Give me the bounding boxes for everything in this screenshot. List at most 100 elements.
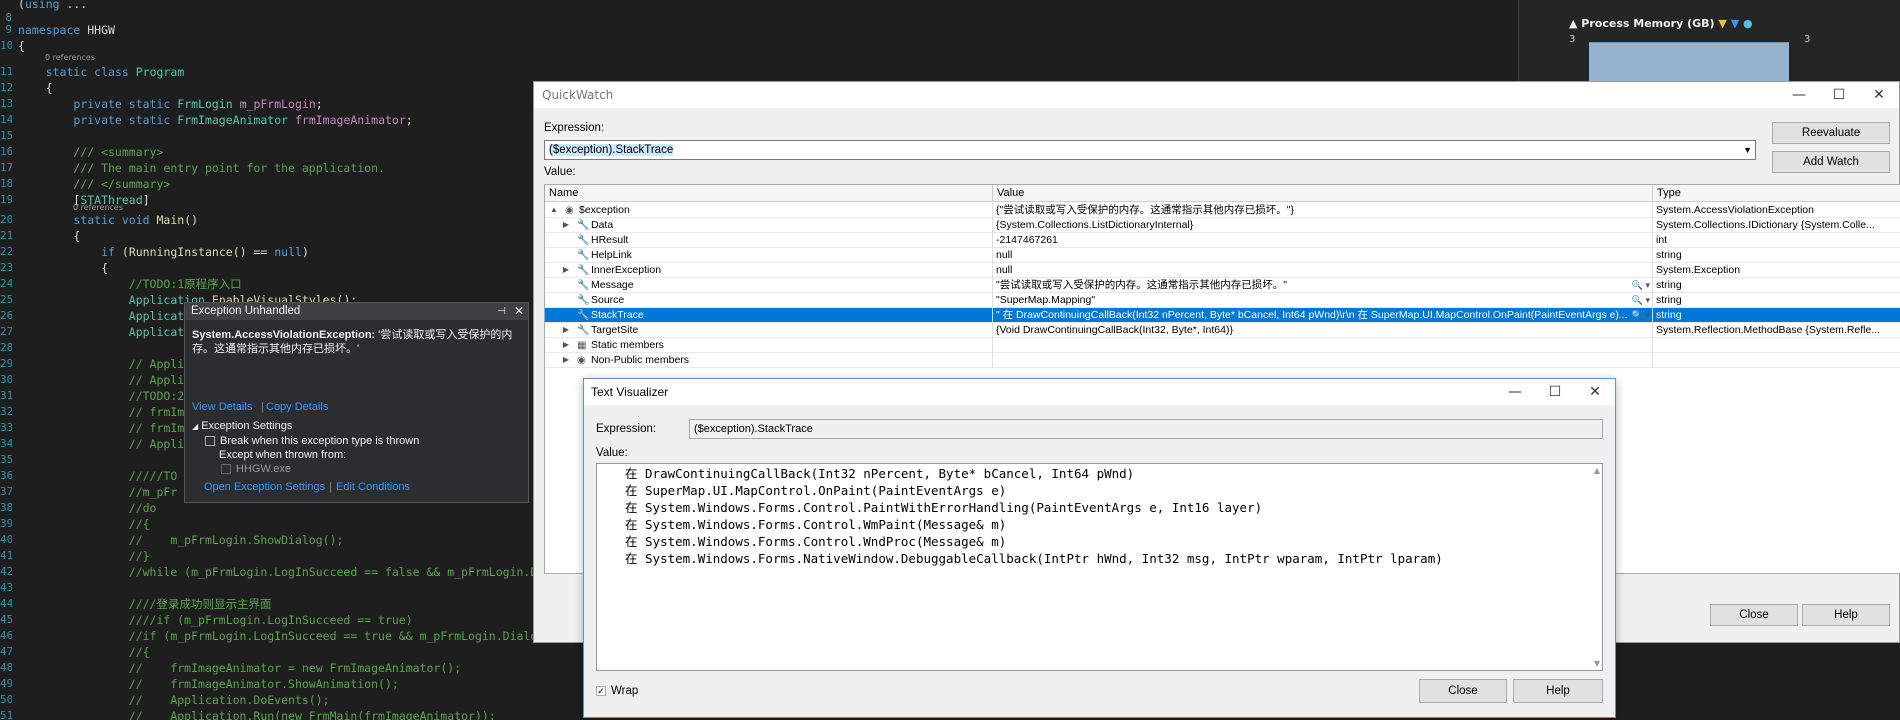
scroll-down-icon[interactable]: ▼ <box>1594 659 1600 668</box>
view-details-link[interactable]: View Details <box>192 401 252 413</box>
watch-type: string <box>1656 294 1682 306</box>
code-text: { <box>18 39 25 53</box>
expression-value: ($exception).StackTrace <box>549 144 674 156</box>
expand-icon[interactable]: ▶ <box>561 263 571 277</box>
edit-conditions-link[interactable]: Edit Conditions <box>336 481 410 493</box>
watch-value-cell <box>993 353 1653 368</box>
watch-row[interactable]: ▲ ◉ $exception {"尝试读取或写入受保护的内存。这通常指示其他内存已损坏… <box>545 203 1900 218</box>
watch-type: int <box>1656 234 1668 246</box>
column-header-value[interactable]: Value <box>993 185 1653 202</box>
add-watch-button[interactable]: Add Watch <box>1772 151 1890 173</box>
codelens-references[interactable]: 0 references <box>73 203 123 212</box>
value-label: Value: <box>596 447 628 459</box>
watch-value: {System.Collections.ListDictionaryIntern… <box>996 219 1194 231</box>
break-checkbox[interactable]: Break when this exception type is thrown <box>205 435 419 447</box>
maximize-icon[interactable]: ☐ <box>1829 86 1849 104</box>
value-label: Value: <box>544 166 576 178</box>
code-text: /// <summary> <box>73 145 164 159</box>
watch-row[interactable]: 🔧 HelpLink null string <box>545 248 1900 263</box>
watch-value: " 在 DrawContinuingCallBack(Int32 nPercen… <box>996 309 1628 321</box>
expand-icon[interactable]: ▲ <box>549 203 559 217</box>
maximize-icon[interactable]: ☐ <box>1545 383 1565 401</box>
watch-row[interactable]: ▶ 🔧 TargetSite {Void DrawContinuingCallBack… <box>545 323 1900 338</box>
watch-name-cell: ▲ ◉ $exception <box>545 203 993 218</box>
watch-value: {Void DrawContinuingCallBack(Int32, Byte… <box>996 324 1233 336</box>
scroll-up-icon[interactable]: ▲ <box>1594 466 1600 475</box>
property-icon: 🔧 <box>577 295 590 306</box>
module-checkbox[interactable]: HHGW.exe <box>221 463 291 475</box>
close-icon[interactable]: ✕ <box>514 303 524 320</box>
exception-settings-toggle[interactable]: ◢ Exception Settings <box>192 420 292 432</box>
text-visualizer-dialog: Text Visualizer — ☐ ✕ Expression: ($exce… <box>583 378 1616 718</box>
watch-row[interactable]: ▶ 🔧 Data {System.Collections.ListDictionary… <box>545 218 1900 233</box>
close-icon[interactable]: ✕ <box>1585 383 1605 401</box>
minimize-icon[interactable]: — <box>1505 383 1525 401</box>
reevaluate-button[interactable]: Reevaluate <box>1772 122 1890 144</box>
watch-value-cell: "尝试读取或写入受保护的内存。这通常指示其他内存已损坏。" 🔍 ▾ <box>993 278 1653 293</box>
watch-type-cell: string <box>1653 293 1900 308</box>
expression-input[interactable]: ($exception).StackTrace ▼ <box>544 140 1756 160</box>
watch-row[interactable]: 🔧 StackTrace " 在 DrawContinuingCallBack(In… <box>545 308 1900 323</box>
watch-row[interactable]: ▶ ◉ Non-Public members <box>545 353 1900 368</box>
wrap-label: Wrap <box>611 685 639 697</box>
expand-icon[interactable]: ▶ <box>561 353 571 367</box>
watch-value: -2147467261 <box>996 234 1058 246</box>
chevron-down-icon[interactable]: ▼ <box>1743 141 1752 159</box>
watch-name: $exception <box>579 204 630 216</box>
watch-value: null <box>996 264 1013 276</box>
break-label: Break when this exception type is thrown <box>220 435 420 447</box>
line-number: 23 <box>0 261 12 274</box>
code-text: { <box>45 81 53 95</box>
code-text: //{ <box>128 645 150 659</box>
help-button[interactable]: Help <box>1513 679 1603 703</box>
watch-row[interactable]: 🔧 Message "尝试读取或写入受保护的内存。这通常指示其他内存已损坏。" 🔍 ▾… <box>545 278 1900 293</box>
close-button[interactable]: Close <box>1419 679 1507 703</box>
line-number: 24 <box>0 277 12 290</box>
expand-icon[interactable]: ▶ <box>561 218 571 232</box>
close-icon[interactable]: ✕ <box>1869 86 1889 104</box>
close-button[interactable]: Close <box>1710 604 1798 626</box>
wrap-checkbox[interactable]: ✓ Wrap <box>596 685 638 697</box>
column-header-type[interactable]: Type <box>1653 185 1900 202</box>
watch-type-cell: System.Exception <box>1653 263 1900 278</box>
open-settings-link[interactable]: Open Exception Settings <box>204 481 325 493</box>
visualizer-title: Text Visualizer <box>591 385 669 399</box>
code-text: /////TO <box>128 469 178 483</box>
module-label: HHGW.exe <box>236 463 292 475</box>
magnifier-icon[interactable]: 🔍 ▾ <box>1632 308 1650 322</box>
help-button[interactable]: Help <box>1802 604 1890 626</box>
watch-name-cell: 🔧 Message <box>545 278 993 293</box>
code-text: if (RunningInstance() == null) <box>101 245 309 259</box>
watch-row[interactable]: 🔧 Source "SuperMap.Mapping" 🔍 ▾ string <box>545 293 1900 308</box>
code-text: (using ... <box>18 0 88 11</box>
watch-name-cell: 🔧 HResult <box>545 233 993 248</box>
watch-name: Static members <box>591 339 664 351</box>
copy-details-link[interactable]: Copy Details <box>266 401 328 413</box>
property-icon: 🔧 <box>577 250 590 261</box>
checkbox-icon[interactable] <box>205 436 215 447</box>
magnifier-icon[interactable]: 🔍 ▾ <box>1632 293 1650 307</box>
pin-icon[interactable]: ⊣ <box>497 303 506 320</box>
checkbox-icon[interactable] <box>221 464 231 475</box>
column-header-name[interactable]: Name <box>545 185 993 202</box>
code-text: //TODO:1原程序入口 <box>128 277 242 291</box>
except-label: Except when thrown from: <box>219 449 347 461</box>
expression-label: Expression: <box>596 423 657 435</box>
watch-name: Non-Public members <box>591 354 690 366</box>
expression-label: Expression: <box>544 122 605 134</box>
magnifier-icon[interactable]: 🔍 ▾ <box>1632 278 1650 292</box>
line-number: 51 <box>0 709 12 720</box>
watch-name: StackTrace <box>591 309 644 321</box>
codelens-references[interactable]: 0 references <box>45 53 95 62</box>
minimize-icon[interactable]: — <box>1789 86 1809 104</box>
expand-icon[interactable]: ▶ <box>561 338 571 352</box>
line-number: 11 <box>0 65 12 78</box>
watch-row[interactable]: 🔧 HResult -2147467261 int <box>545 233 1900 248</box>
watch-row[interactable]: ▶ ▦ Static members <box>545 338 1900 353</box>
visualizer-value-text[interactable]: 在 DrawContinuingCallBack(Int32 nPercent,… <box>596 463 1603 671</box>
line-number: 9 <box>5 23 12 36</box>
code-text: // frmImageAnimator = new FrmImageAnimat… <box>128 661 462 675</box>
expand-icon[interactable]: ▶ <box>561 323 571 337</box>
watch-row[interactable]: ▶ 🔧 InnerException null System.Exception <box>545 263 1900 278</box>
checkmark-icon[interactable]: ✓ <box>596 685 606 696</box>
